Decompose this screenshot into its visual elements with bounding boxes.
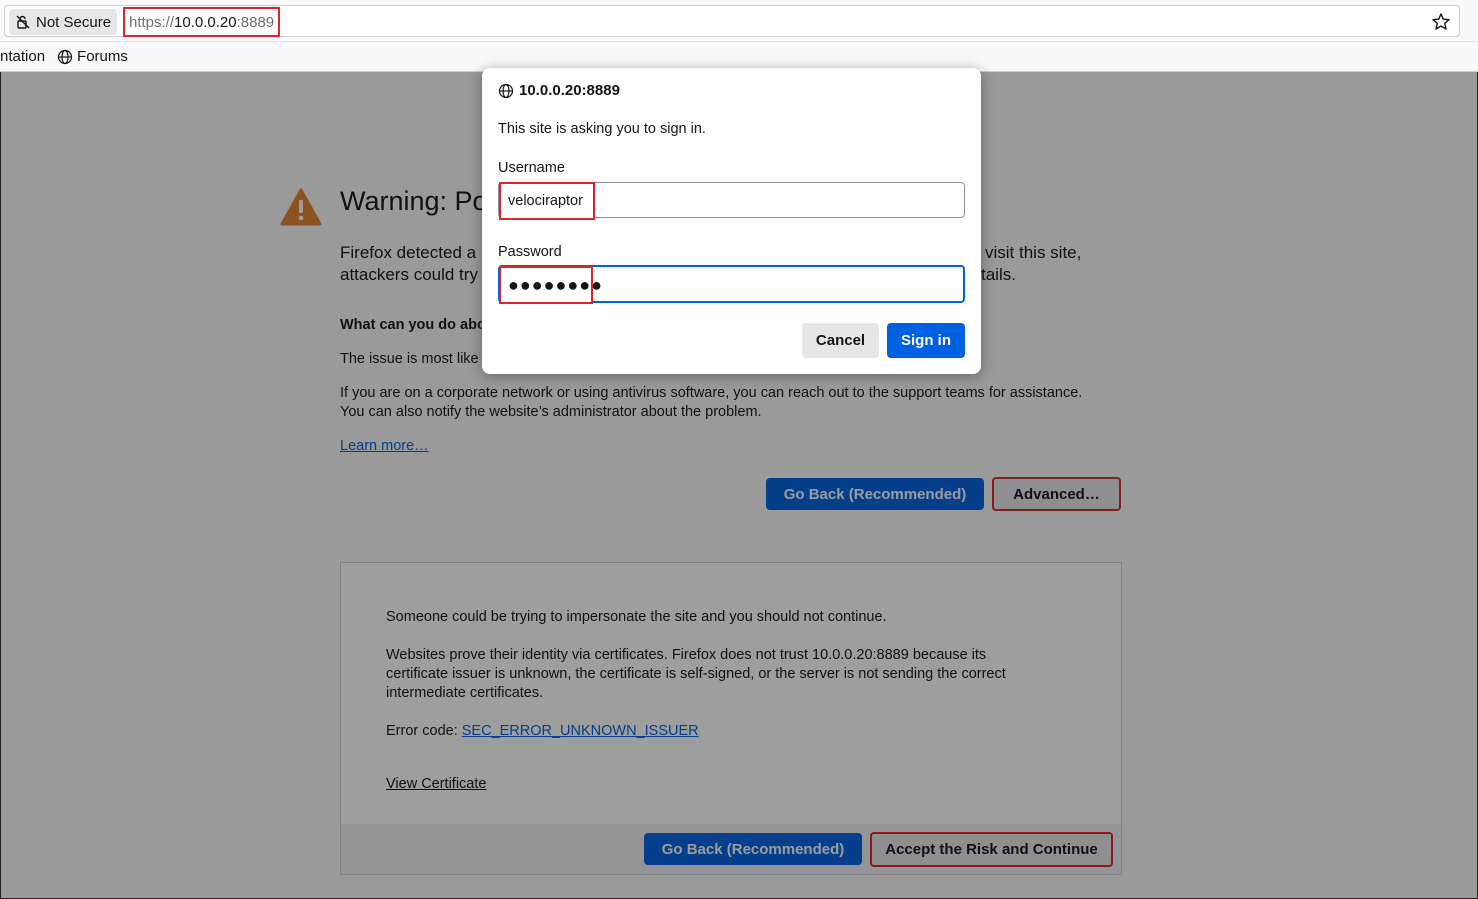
password-mask: ●●●●●●●● xyxy=(508,274,603,295)
security-label: Not Secure xyxy=(36,13,112,31)
globe-icon xyxy=(498,83,514,98)
url-scheme: https:// xyxy=(129,13,175,31)
bookmark-label: Forums xyxy=(77,48,128,65)
url-bar[interactable]: Not Secure https://10.0.0.20:8889 xyxy=(4,5,1460,37)
security-indicator[interactable]: Not Secure xyxy=(9,9,117,35)
dialog-host: 10.0.0.20:8889 xyxy=(498,82,620,99)
dialog-host-text: 10.0.0.20:8889 xyxy=(519,82,620,99)
dialog-message: This site is asking you to sign in. xyxy=(498,121,706,137)
password-field[interactable]: ●●●●●●●● xyxy=(498,265,965,304)
globe-icon xyxy=(57,49,73,64)
bookmark-star-icon[interactable] xyxy=(1431,12,1451,32)
bookmark-label: ntation xyxy=(0,48,46,65)
bookmark-documentation[interactable]: ntation xyxy=(0,48,45,65)
username-value: velociraptor xyxy=(499,182,595,220)
password-label: Password xyxy=(498,244,562,260)
username-field[interactable]: velociraptor xyxy=(498,182,965,220)
username-label: Username xyxy=(498,160,565,176)
toolbar: Not Secure https://10.0.0.20:8889 xyxy=(0,0,1478,42)
url-port: :8889 xyxy=(236,13,275,31)
url-host: 10.0.0.20 xyxy=(174,13,237,31)
bookmark-forums[interactable]: Forums xyxy=(57,48,128,65)
password-value: ●●●●●●●● xyxy=(499,266,602,304)
auth-dialog: 10.0.0.20:8889 This site is asking you t… xyxy=(482,68,981,374)
url-text[interactable]: https://10.0.0.20:8889 xyxy=(123,7,281,37)
insecure-lock-icon xyxy=(16,15,30,29)
cancel-button[interactable]: Cancel xyxy=(802,323,879,358)
sign-in-button[interactable]: Sign in xyxy=(887,323,965,358)
